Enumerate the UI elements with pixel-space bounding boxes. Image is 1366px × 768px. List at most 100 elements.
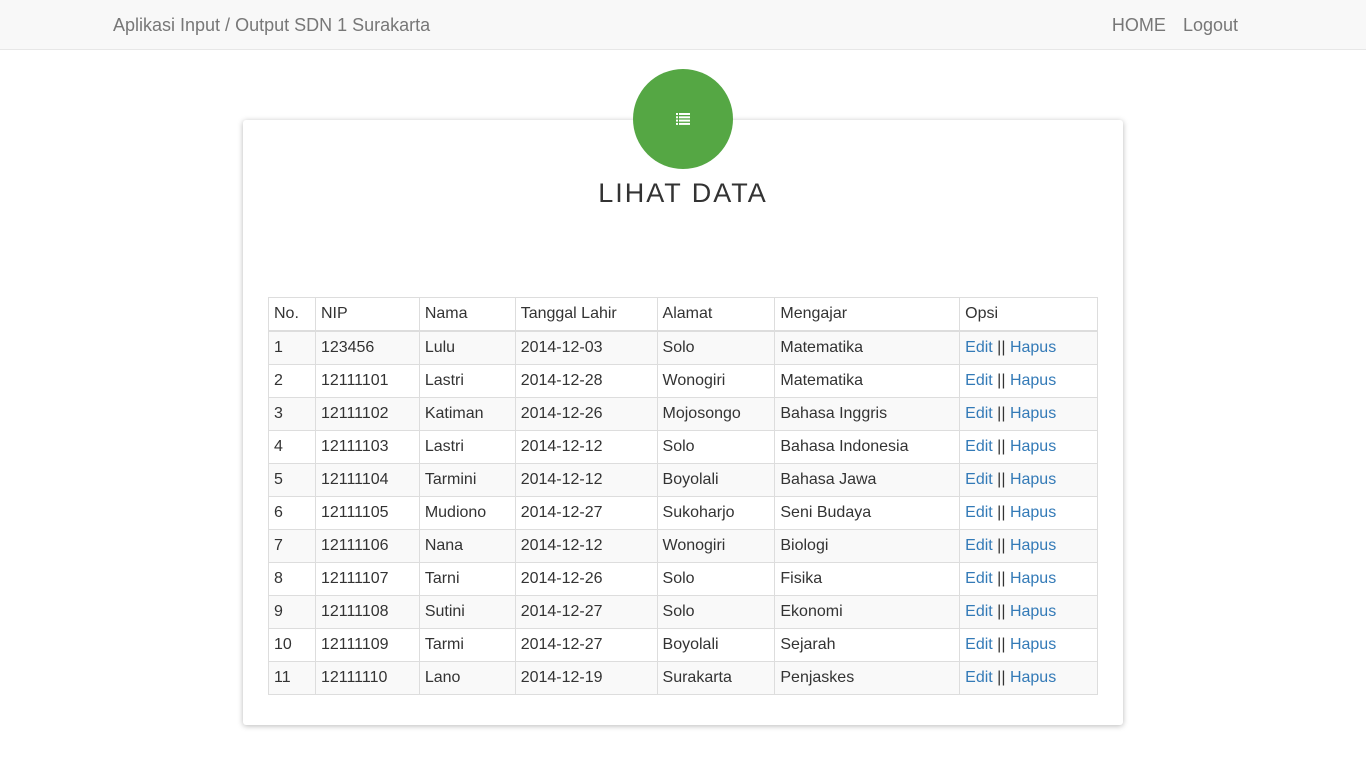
page-title: LIHAT DATA [598, 178, 768, 208]
delete-link[interactable]: Hapus [1010, 504, 1056, 521]
cell-opsi: Edit || Hapus [959, 628, 1098, 662]
cell-nip: 12111102 [314, 397, 420, 431]
cell-tanggal-lahir: 2014-12-19 [514, 661, 658, 695]
link-separator: || [997, 570, 1006, 587]
table-row: 1 123456 Lulu 2014-12-03 Solo Matematika Edit … [268, 330, 1098, 365]
header-opsi: Opsi [959, 297, 1098, 332]
cell-nip: 12111105 [314, 496, 420, 530]
cell-opsi: Edit || Hapus [959, 529, 1098, 563]
cell-opsi: Edit || Hapus [959, 330, 1098, 365]
cell-tanggal-lahir: 2014-12-03 [514, 330, 658, 365]
link-separator: || [997, 438, 1006, 455]
cell-nip: 12111107 [314, 562, 420, 596]
cell-tanggal-lahir: 2014-12-12 [514, 529, 658, 563]
cell-no: 4 [268, 430, 316, 464]
delete-link[interactable]: Hapus [1010, 603, 1056, 620]
cell-alamat: Wonogiri [656, 529, 776, 563]
delete-link[interactable]: Hapus [1010, 372, 1056, 389]
cell-mengajar: Bahasa Inggris [774, 397, 961, 431]
cell-nama: Lano [418, 661, 516, 695]
table-row: 3 12111102 Katiman 2014-12-26 Mojosongo Bahas… [268, 397, 1098, 431]
link-separator: || [997, 372, 1006, 389]
delete-link[interactable]: Hapus [1010, 570, 1056, 587]
edit-link[interactable]: Edit [965, 471, 993, 488]
link-separator: || [997, 405, 1006, 422]
edit-link[interactable]: Edit [965, 438, 993, 455]
header-tanggal-lahir: Tanggal Lahir [514, 297, 658, 332]
cell-nama: Sutini [418, 595, 516, 629]
cell-nip: 12111108 [314, 595, 420, 629]
table-row: 11 12111110 Lano 2014-12-19 Surakarta Penjask… [268, 661, 1098, 695]
cell-mengajar: Matematika [774, 364, 961, 398]
edit-link[interactable]: Edit [965, 537, 993, 554]
cell-nama: Mudiono [418, 496, 516, 530]
cell-alamat: Boyolali [656, 463, 776, 497]
cell-tanggal-lahir: 2014-12-27 [514, 496, 658, 530]
link-separator: || [997, 669, 1006, 686]
cell-nip: 12111110 [314, 661, 420, 695]
edit-link[interactable]: Edit [965, 669, 993, 686]
cell-nama: Lastri [418, 364, 516, 398]
data-table: No. NIP Nama Tanggal Lahir Alamat Mengajar Ops… [268, 297, 1098, 695]
delete-link[interactable]: Hapus [1010, 537, 1056, 554]
cell-no: 10 [268, 628, 316, 662]
cell-no: 1 [268, 330, 316, 365]
cell-mengajar: Sejarah [774, 628, 961, 662]
edit-link[interactable]: Edit [965, 339, 993, 356]
cell-nama: Katiman [418, 397, 516, 431]
delete-link[interactable]: Hapus [1010, 438, 1056, 455]
delete-link[interactable]: Hapus [1010, 339, 1056, 356]
list-icon [676, 113, 690, 125]
table-row: 7 12111106 Nana 2014-12-12 Wonogiri Biologi Ed… [268, 529, 1098, 563]
cell-alamat: Solo [656, 562, 776, 596]
cell-alamat: Wonogiri [656, 364, 776, 398]
cell-alamat: Surakarta [656, 661, 776, 695]
delete-link[interactable]: Hapus [1010, 636, 1056, 653]
cell-opsi: Edit || Hapus [959, 463, 1098, 497]
cell-mengajar: Seni Budaya [774, 496, 961, 530]
cell-mengajar: Biologi [774, 529, 961, 563]
link-separator: || [997, 636, 1006, 653]
navbar: Aplikasi Input / Output SDN 1 Surakarta … [0, 0, 1366, 50]
cell-nip: 12111104 [314, 463, 420, 497]
table-header-row: No. NIP Nama Tanggal Lahir Alamat Mengajar Ops… [268, 297, 1098, 332]
navbar-brand[interactable]: Aplikasi Input / Output SDN 1 Surakarta [113, 14, 430, 36]
cell-no: 8 [268, 562, 316, 596]
link-separator: || [997, 471, 1006, 488]
edit-link[interactable]: Edit [965, 603, 993, 620]
table-row: 9 12111108 Sutini 2014-12-27 Solo Ekonomi Edit… [268, 595, 1098, 629]
link-separator: || [997, 537, 1006, 554]
cell-alamat: Solo [656, 330, 776, 365]
delete-link[interactable]: Hapus [1010, 669, 1056, 686]
cell-tanggal-lahir: 2014-12-12 [514, 463, 658, 497]
link-separator: || [997, 339, 1006, 356]
nav-logout-link[interactable]: Logout [1183, 15, 1238, 35]
cell-nama: Lulu [418, 330, 516, 365]
cell-nama: Tarni [418, 562, 516, 596]
delete-link[interactable]: Hapus [1010, 471, 1056, 488]
edit-link[interactable]: Edit [965, 504, 993, 521]
cell-alamat: Boyolali [656, 628, 776, 662]
edit-link[interactable]: Edit [965, 405, 993, 422]
cell-no: 5 [268, 463, 316, 497]
cell-no: 2 [268, 364, 316, 398]
list-icon-circle [633, 69, 733, 169]
edit-link[interactable]: Edit [965, 372, 993, 389]
cell-mengajar: Bahasa Jawa [774, 463, 961, 497]
cell-no: 11 [268, 661, 316, 695]
header-nama: Nama [418, 297, 516, 332]
cell-tanggal-lahir: 2014-12-27 [514, 628, 658, 662]
cell-no: 6 [268, 496, 316, 530]
nav-home-link[interactable]: HOME [1112, 15, 1166, 35]
header-nip: NIP [314, 297, 420, 332]
header-mengajar: Mengajar [774, 297, 961, 332]
cell-tanggal-lahir: 2014-12-26 [514, 397, 658, 431]
delete-link[interactable]: Hapus [1010, 405, 1056, 422]
cell-no: 3 [268, 397, 316, 431]
cell-tanggal-lahir: 2014-12-27 [514, 595, 658, 629]
cell-nama: Tarmi [418, 628, 516, 662]
cell-nip: 123456 [314, 330, 420, 365]
edit-link[interactable]: Edit [965, 570, 993, 587]
table-row: 8 12111107 Tarni 2014-12-26 Solo Fisika Edit |… [268, 562, 1098, 596]
edit-link[interactable]: Edit [965, 636, 993, 653]
